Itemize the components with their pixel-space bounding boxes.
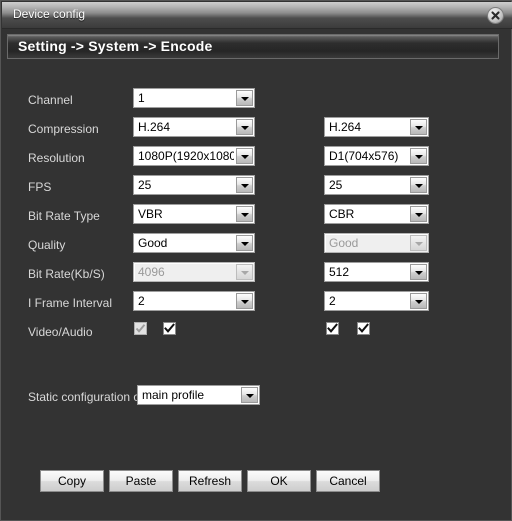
quality-main-value: Good bbox=[138, 236, 168, 250]
chevron-down-icon[interactable] bbox=[410, 264, 427, 280]
video-extra-checkbox[interactable] bbox=[326, 322, 339, 335]
chevron-down-icon[interactable] bbox=[236, 90, 253, 106]
bit-rate-main-value: 4096 bbox=[138, 265, 165, 279]
chevron-down-icon[interactable] bbox=[236, 206, 253, 222]
chevron-down-icon[interactable] bbox=[236, 177, 253, 193]
static-configuration-value: main profile bbox=[142, 388, 205, 402]
bit-rate-type-extra-value: CBR bbox=[329, 207, 355, 221]
quality-extra-value: Good bbox=[329, 236, 359, 250]
encode-settings-form: Channel Compression Resolution FPS Bit R… bbox=[7, 60, 499, 512]
device-config-window: Device config Setting -> System -> Encod… bbox=[0, 0, 512, 521]
i-frame-interval-extra-value: 2 bbox=[329, 294, 336, 308]
resolution-extra-select[interactable]: D1(704x576) bbox=[324, 146, 429, 166]
close-icon[interactable] bbox=[487, 7, 504, 24]
resolution-extra-value: D1(704x576) bbox=[329, 149, 399, 163]
label-quality: Quality bbox=[28, 238, 66, 252]
chevron-down-icon[interactable] bbox=[241, 387, 258, 403]
video-main-checkbox bbox=[134, 322, 147, 335]
audio-extra-checkbox[interactable] bbox=[357, 322, 370, 335]
bit-rate-type-main-value: VBR bbox=[138, 207, 163, 221]
ok-button[interactable]: OK bbox=[247, 470, 311, 492]
audio-main-checkbox[interactable] bbox=[163, 322, 176, 335]
bit-rate-extra-value: 512 bbox=[329, 265, 350, 279]
bit-rate-extra-select[interactable]: 512 bbox=[324, 262, 429, 282]
chevron-down-icon[interactable] bbox=[236, 235, 253, 251]
copy-button[interactable]: Copy bbox=[40, 470, 104, 492]
fps-extra-select[interactable]: 25 bbox=[324, 175, 429, 195]
chevron-down-icon[interactable] bbox=[236, 148, 253, 164]
chevron-down-icon[interactable] bbox=[236, 293, 253, 309]
fps-main-select[interactable]: 25 bbox=[133, 175, 255, 195]
window-titlebar: Device config bbox=[2, 2, 512, 29]
channel-value: 1 bbox=[138, 91, 145, 105]
bit-rate-type-main-select[interactable]: VBR bbox=[133, 204, 255, 224]
cancel-button[interactable]: Cancel bbox=[316, 470, 380, 492]
chevron-down-icon bbox=[410, 235, 427, 251]
compression-extra-select[interactable]: H.264 bbox=[324, 117, 429, 137]
i-frame-interval-main-select[interactable]: 2 bbox=[133, 291, 255, 311]
chevron-down-icon[interactable] bbox=[410, 177, 427, 193]
chevron-down-icon[interactable] bbox=[410, 119, 427, 135]
label-fps: FPS bbox=[28, 180, 52, 194]
label-bit-rate-type: Bit Rate Type bbox=[28, 209, 100, 223]
chevron-down-icon bbox=[236, 264, 253, 280]
chevron-down-icon[interactable] bbox=[410, 293, 427, 309]
resolution-main-select[interactable]: 1080P(1920x1080) bbox=[133, 146, 255, 166]
label-resolution: Resolution bbox=[28, 151, 85, 165]
fps-extra-value: 25 bbox=[329, 178, 343, 192]
compression-extra-value: H.264 bbox=[329, 120, 362, 134]
window-title: Device config bbox=[13, 7, 86, 21]
label-i-frame-interval: I Frame Interval bbox=[28, 296, 113, 310]
i-frame-interval-main-value: 2 bbox=[138, 294, 145, 308]
quality-extra-select: Good bbox=[324, 233, 429, 253]
compression-main-select[interactable]: H.264 bbox=[133, 117, 255, 137]
bit-rate-main-select: 4096 bbox=[133, 262, 255, 282]
chevron-down-icon[interactable] bbox=[410, 148, 427, 164]
breadcrumb-text: Setting -> System -> Encode bbox=[18, 38, 213, 54]
fps-main-value: 25 bbox=[138, 178, 152, 192]
channel-select[interactable]: 1 bbox=[133, 88, 255, 108]
static-configuration-select[interactable]: main profile bbox=[137, 385, 260, 405]
compression-main-value: H.264 bbox=[138, 120, 171, 134]
paste-button[interactable]: Paste bbox=[109, 470, 173, 492]
i-frame-interval-extra-select[interactable]: 2 bbox=[324, 291, 429, 311]
refresh-button[interactable]: Refresh bbox=[178, 470, 242, 492]
quality-main-select[interactable]: Good bbox=[133, 233, 255, 253]
label-video-audio: Video/Audio bbox=[28, 325, 93, 339]
label-static-configuration: Static configuration of bbox=[28, 390, 144, 404]
chevron-down-icon[interactable] bbox=[410, 206, 427, 222]
resolution-main-value: 1080P(1920x1080) bbox=[138, 149, 234, 163]
breadcrumb: Setting -> System -> Encode bbox=[7, 34, 499, 59]
label-channel: Channel bbox=[28, 93, 73, 107]
label-compression: Compression bbox=[28, 122, 99, 136]
label-bit-rate: Bit Rate(Kb/S) bbox=[28, 267, 105, 281]
bit-rate-type-extra-select[interactable]: CBR bbox=[324, 204, 429, 224]
chevron-down-icon[interactable] bbox=[236, 119, 253, 135]
